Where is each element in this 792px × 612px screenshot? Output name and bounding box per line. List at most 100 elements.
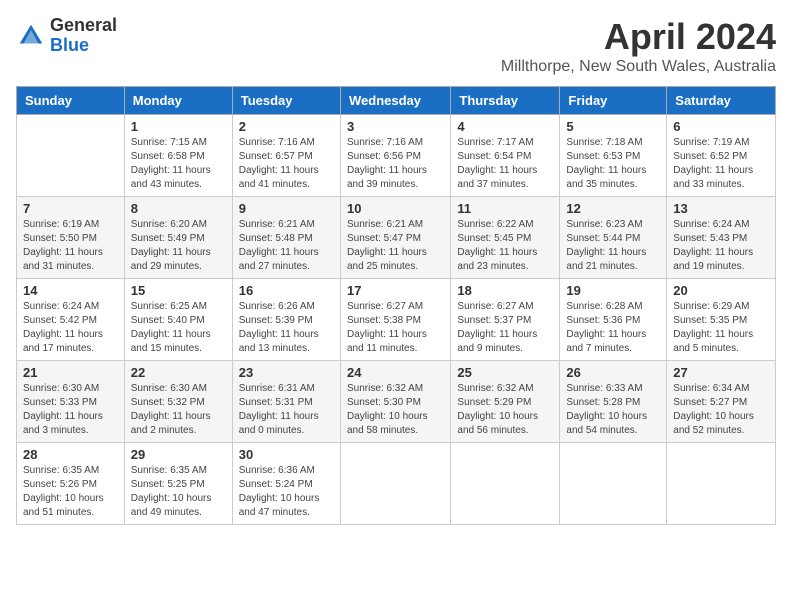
day-info: Sunrise: 6:20 AMSunset: 5:49 PMDaylight:… — [131, 218, 226, 274]
day-info: Sunrise: 6:34 AMSunset: 5:27 PMDaylight:… — [673, 382, 769, 438]
day-number: 3 — [347, 119, 444, 134]
day-number: 22 — [131, 365, 226, 380]
day-info: Sunrise: 6:19 AMSunset: 5:50 PMDaylight:… — [23, 218, 118, 274]
calendar-cell: 7Sunrise: 6:19 AMSunset: 5:50 PMDaylight… — [17, 197, 125, 279]
day-info: Sunrise: 6:33 AMSunset: 5:28 PMDaylight:… — [566, 382, 660, 438]
day-info: Sunrise: 6:24 AMSunset: 5:43 PMDaylight:… — [673, 218, 769, 274]
day-number: 17 — [347, 283, 444, 298]
day-info: Sunrise: 6:35 AMSunset: 5:25 PMDaylight:… — [131, 464, 226, 520]
day-info: Sunrise: 6:36 AMSunset: 5:24 PMDaylight:… — [239, 464, 334, 520]
day-number: 6 — [673, 119, 769, 134]
day-info: Sunrise: 6:30 AMSunset: 5:33 PMDaylight:… — [23, 382, 118, 438]
logo-text: General Blue — [50, 16, 117, 56]
calendar-table: SundayMondayTuesdayWednesdayThursdayFrid… — [16, 86, 776, 525]
day-info: Sunrise: 6:32 AMSunset: 5:29 PMDaylight:… — [457, 382, 553, 438]
calendar-cell — [560, 443, 667, 525]
weekday-header-saturday: Saturday — [667, 87, 776, 115]
calendar-cell: 20 Sunrise: 6:29 AMSunset: 5:35 PMDayligh… — [667, 279, 776, 361]
day-info: Sunrise: 6:29 AMSunset: 5:35 PMDaylight:… — [673, 300, 769, 356]
calendar-subtitle: Millthorpe, New South Wales, Australia — [501, 58, 776, 76]
weekday-header-tuesday: Tuesday — [232, 87, 340, 115]
calendar-cell: 2Sunrise: 7:16 AMSunset: 6:57 PMDaylight… — [232, 115, 340, 197]
day-info: Sunrise: 6:26 AMSunset: 5:39 PMDaylight:… — [239, 300, 334, 356]
calendar-title: April 2024 — [501, 16, 776, 58]
day-number: 27 — [673, 365, 769, 380]
calendar-week-row: 28Sunrise: 6:35 AMSunset: 5:26 PMDayligh… — [17, 443, 776, 525]
day-number: 8 — [131, 201, 226, 216]
day-number: 11 — [457, 201, 553, 216]
calendar-cell: 19Sunrise: 6:28 AMSunset: 5:36 PMDayligh… — [560, 279, 667, 361]
calendar-cell: 16 Sunrise: 6:26 AMSunset: 5:39 PMDayligh… — [232, 279, 340, 361]
day-number: 14 — [23, 283, 118, 298]
calendar-cell: 6 Sunrise: 7:19 AMSunset: 6:52 PMDaylight… — [667, 115, 776, 197]
calendar-cell: 5 Sunrise: 7:18 AMSunset: 6:53 PMDaylight… — [560, 115, 667, 197]
day-number: 26 — [566, 365, 660, 380]
calendar-cell: 21Sunrise: 6:30 AMSunset: 5:33 PMDayligh… — [17, 361, 125, 443]
logo-blue: Blue — [50, 36, 117, 56]
calendar-cell: 4Sunrise: 7:17 AMSunset: 6:54 PMDaylight… — [451, 115, 560, 197]
calendar-cell — [340, 443, 450, 525]
day-info: Sunrise: 6:27 AMSunset: 5:38 PMDaylight:… — [347, 300, 444, 356]
logo-general: General — [50, 16, 117, 36]
day-info: Sunrise: 7:19 AMSunset: 6:52 PMDaylight:… — [673, 136, 769, 192]
day-number: 20 — [673, 283, 769, 298]
day-info: Sunrise: 6:23 AMSunset: 5:44 PMDaylight:… — [566, 218, 660, 274]
calendar-cell: 10 Sunrise: 6:21 AMSunset: 5:47 PMDayligh… — [340, 197, 450, 279]
day-info: Sunrise: 6:30 AMSunset: 5:32 PMDaylight:… — [131, 382, 226, 438]
logo: General Blue — [16, 16, 117, 56]
day-info: Sunrise: 7:16 AMSunset: 6:57 PMDaylight:… — [239, 136, 334, 192]
calendar-cell: 27 Sunrise: 6:34 AMSunset: 5:27 PMDayligh… — [667, 361, 776, 443]
calendar-cell: 9Sunrise: 6:21 AMSunset: 5:48 PMDaylight… — [232, 197, 340, 279]
calendar-week-row: 14 Sunrise: 6:24 AMSunset: 5:42 PMDayligh… — [17, 279, 776, 361]
calendar-cell: 23 Sunrise: 6:31 AMSunset: 5:31 PMDayligh… — [232, 361, 340, 443]
weekday-header-thursday: Thursday — [451, 87, 560, 115]
calendar-cell: 11 Sunrise: 6:22 AMSunset: 5:45 PMDayligh… — [451, 197, 560, 279]
day-info: Sunrise: 6:31 AMSunset: 5:31 PMDaylight:… — [239, 382, 334, 438]
calendar-cell: 17 Sunrise: 6:27 AMSunset: 5:38 PMDayligh… — [340, 279, 450, 361]
day-number: 28 — [23, 447, 118, 462]
day-info: Sunrise: 7:18 AMSunset: 6:53 PMDaylight:… — [566, 136, 660, 192]
day-info: Sunrise: 6:21 AMSunset: 5:47 PMDaylight:… — [347, 218, 444, 274]
day-info: Sunrise: 7:15 AMSunset: 6:58 PMDaylight:… — [131, 136, 226, 192]
calendar-header: SundayMondayTuesdayWednesdayThursdayFrid… — [17, 87, 776, 115]
calendar-week-row: 21Sunrise: 6:30 AMSunset: 5:33 PMDayligh… — [17, 361, 776, 443]
day-number: 4 — [457, 119, 553, 134]
calendar-cell: 30 Sunrise: 6:36 AMSunset: 5:24 PMDayligh… — [232, 443, 340, 525]
calendar-cell: 25 Sunrise: 6:32 AMSunset: 5:29 PMDayligh… — [451, 361, 560, 443]
day-info: Sunrise: 7:16 AMSunset: 6:56 PMDaylight:… — [347, 136, 444, 192]
day-number: 25 — [457, 365, 553, 380]
title-block: April 2024 Millthorpe, New South Wales, … — [501, 16, 776, 76]
day-number: 10 — [347, 201, 444, 216]
day-info: Sunrise: 6:24 AMSunset: 5:42 PMDaylight:… — [23, 300, 118, 356]
day-number: 12 — [566, 201, 660, 216]
calendar-cell: 24Sunrise: 6:32 AMSunset: 5:30 PMDayligh… — [340, 361, 450, 443]
calendar-cell: 12 Sunrise: 6:23 AMSunset: 5:44 PMDayligh… — [560, 197, 667, 279]
weekday-header-row: SundayMondayTuesdayWednesdayThursdayFrid… — [17, 87, 776, 115]
calendar-cell: 15 Sunrise: 6:25 AMSunset: 5:40 PMDayligh… — [124, 279, 232, 361]
day-info: Sunrise: 6:22 AMSunset: 5:45 PMDaylight:… — [457, 218, 553, 274]
day-number: 16 — [239, 283, 334, 298]
calendar-cell: 1 Sunrise: 7:15 AMSunset: 6:58 PMDaylight… — [124, 115, 232, 197]
weekday-header-monday: Monday — [124, 87, 232, 115]
calendar-cell: 8 Sunrise: 6:20 AMSunset: 5:49 PMDaylight… — [124, 197, 232, 279]
weekday-header-sunday: Sunday — [17, 87, 125, 115]
weekday-header-friday: Friday — [560, 87, 667, 115]
day-number: 30 — [239, 447, 334, 462]
day-info: Sunrise: 6:27 AMSunset: 5:37 PMDaylight:… — [457, 300, 553, 356]
day-number: 1 — [131, 119, 226, 134]
day-info: Sunrise: 6:25 AMSunset: 5:40 PMDaylight:… — [131, 300, 226, 356]
day-number: 18 — [457, 283, 553, 298]
calendar-cell: 22 Sunrise: 6:30 AMSunset: 5:32 PMDayligh… — [124, 361, 232, 443]
day-number: 5 — [566, 119, 660, 134]
calendar-cell: 3 Sunrise: 7:16 AMSunset: 6:56 PMDaylight… — [340, 115, 450, 197]
calendar-cell: 13Sunrise: 6:24 AMSunset: 5:43 PMDayligh… — [667, 197, 776, 279]
day-number: 15 — [131, 283, 226, 298]
calendar-cell: 14 Sunrise: 6:24 AMSunset: 5:42 PMDayligh… — [17, 279, 125, 361]
calendar-cell: 28Sunrise: 6:35 AMSunset: 5:26 PMDayligh… — [17, 443, 125, 525]
calendar-cell: 29Sunrise: 6:35 AMSunset: 5:25 PMDayligh… — [124, 443, 232, 525]
logo-icon — [16, 21, 46, 51]
day-number: 23 — [239, 365, 334, 380]
day-info: Sunrise: 6:32 AMSunset: 5:30 PMDaylight:… — [347, 382, 444, 438]
calendar-cell: 26 Sunrise: 6:33 AMSunset: 5:28 PMDayligh… — [560, 361, 667, 443]
calendar-cell — [451, 443, 560, 525]
